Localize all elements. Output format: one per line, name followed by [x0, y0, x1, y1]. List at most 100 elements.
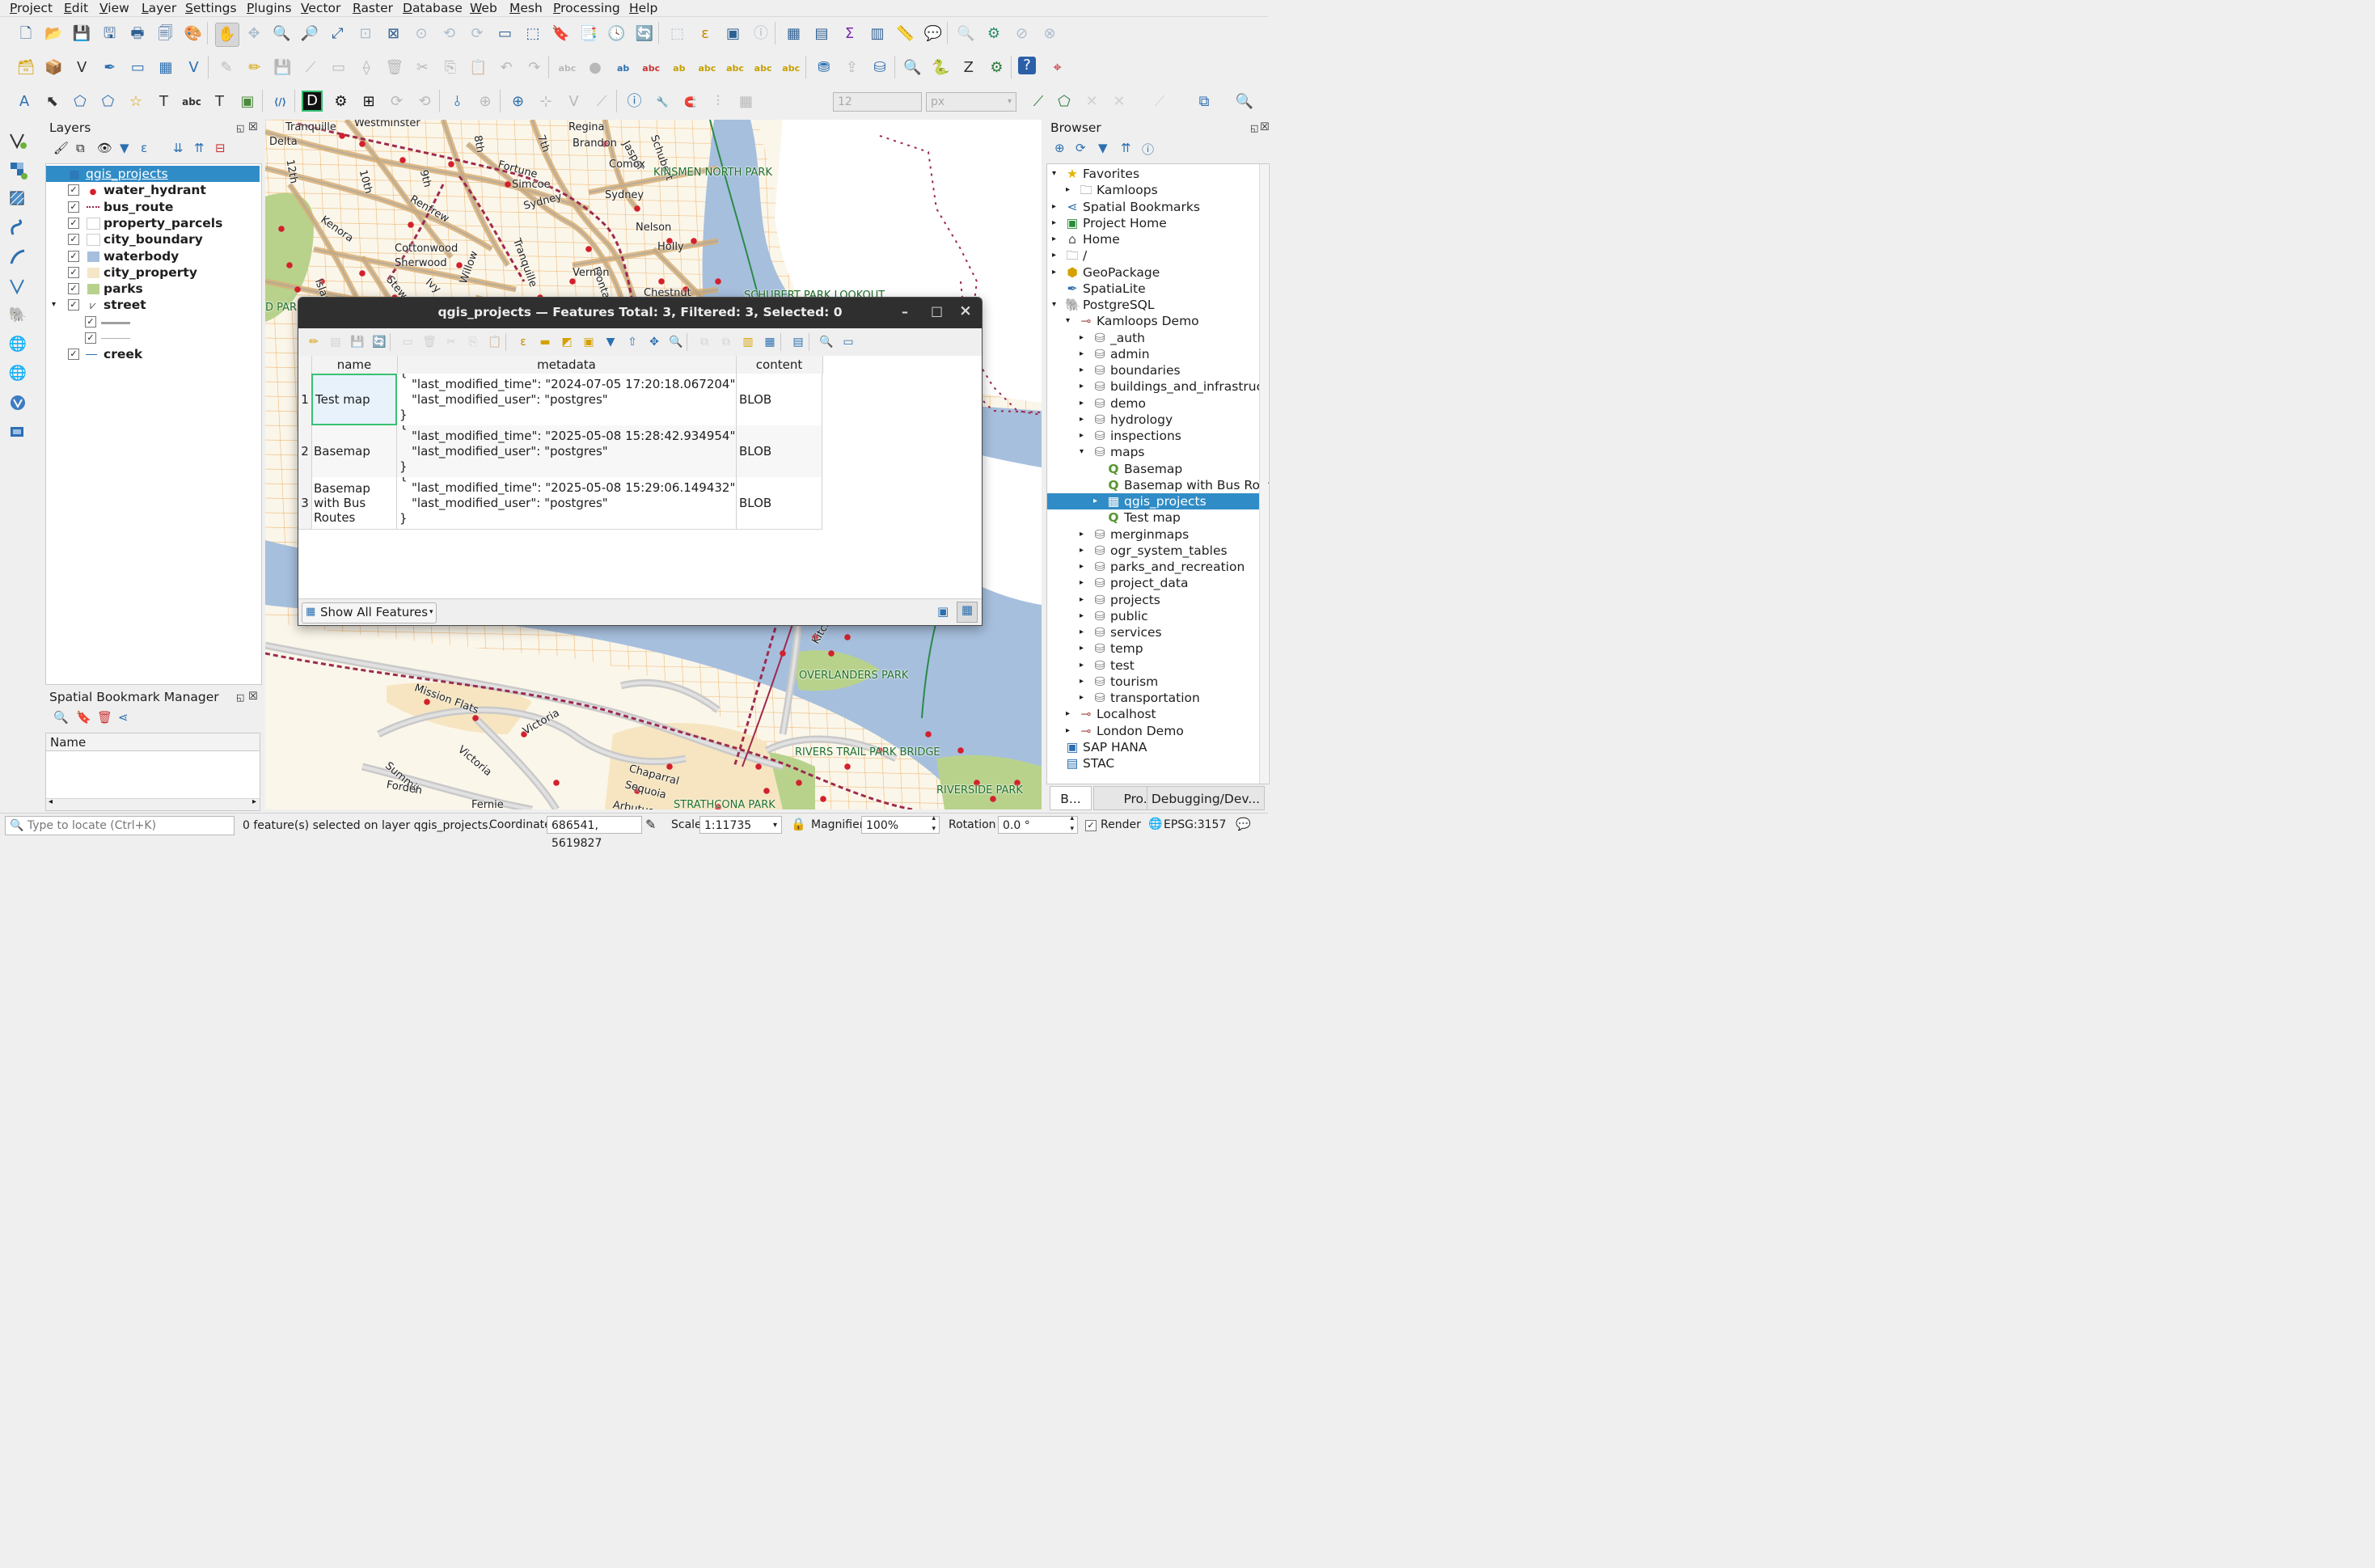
open-table-icon[interactable]: ▥ [866, 23, 889, 45]
browser-item-buildings-and-infrastruct[interactable]: ▸ ⛁ buildings_and_infrastruct [1047, 378, 1268, 395]
layer-visibility-checkbox[interactable]: ✓ [68, 266, 79, 278]
crosshair-icon[interactable]: ⌖ [1046, 57, 1069, 79]
vertex-snap-icon[interactable]: V [563, 91, 585, 113]
layer-visibility-checkbox[interactable]: ✓ [68, 234, 79, 246]
zoom-last-icon[interactable]: ⟲ [438, 23, 461, 45]
browser-item-sap-hana[interactable]: ▣ SAP HANA [1047, 739, 1259, 755]
browser-item-inspections[interactable]: ▸ ⛁ inspections [1047, 428, 1259, 444]
delete-bookmark-icon[interactable]: 🗑 [97, 710, 112, 725]
settings-icon[interactable]: ⚙ [330, 91, 353, 113]
layer-item-property-parcels[interactable]: ✓ property_parcels [46, 215, 260, 231]
dialog-titlebar[interactable]: qgis_projects — Features Total: 3, Filte… [298, 298, 982, 328]
table-row[interactable]: 2Basemap {"last_modified_time": "2025-05-… [298, 425, 822, 478]
street-rule-2[interactable]: ✓ [46, 330, 260, 346]
layer-visibility-checkbox[interactable]: ✓ [68, 283, 79, 295]
browser-item-demo[interactable]: ▸ ⛁ demo [1047, 395, 1259, 412]
coordinate-toggle-icon[interactable]: ✎ [645, 817, 656, 832]
menu-processing[interactable]: Processing [553, 0, 620, 16]
delete-field-icon[interactable]: ▥ [739, 331, 757, 353]
label-change-icon[interactable]: abc [780, 57, 802, 79]
wrench-icon[interactable]: 🔧 [651, 91, 674, 113]
invert-selection-icon[interactable]: ◩ [558, 331, 576, 353]
zoom-bookmark-icon[interactable]: 🔍 [53, 710, 69, 725]
cell-metadata[interactable]: {"last_modified_time": "2025-05-08 15:28… [397, 425, 737, 477]
browser-item-basemap[interactable]: Q Basemap [1047, 461, 1259, 477]
cell-content[interactable]: BLOB [736, 374, 822, 425]
add-vector-tile-icon[interactable]: V [183, 57, 205, 79]
form-view-icon[interactable]: ▣ [937, 604, 949, 619]
snap-icon[interactable]: ⊹ [535, 91, 557, 113]
browser-item-project-data[interactable]: ▸ ⛁ project_data [1047, 575, 1259, 591]
zoom-to-icon[interactable]: 🔍 [667, 331, 685, 353]
text-tool-icon[interactable]: T [153, 91, 175, 113]
add-geopackage-icon[interactable]: 📦 [43, 57, 66, 79]
snap-all-icon[interactable]: ⫶ [707, 91, 729, 113]
select-tool-icon[interactable]: ⬉ [41, 91, 64, 113]
panel-close-icon[interactable]: ☒ [248, 691, 258, 703]
browser-item-parks-and-recreation[interactable]: ▸ ⛁ parks_and_recreation [1047, 559, 1259, 575]
chevron-right-icon[interactable]: ▸ [1080, 330, 1084, 346]
new-shapefile-icon[interactable]: V [70, 57, 93, 79]
panel-float-icon[interactable]: ◱ [1250, 123, 1258, 133]
chevron-right-icon[interactable]: ▸ [1066, 706, 1070, 722]
chevron-right-icon[interactable]: ▸ [1080, 575, 1084, 591]
processing-toolbox-icon[interactable]: ⚙ [983, 23, 1005, 45]
add-raster-icon[interactable]: ▦ [154, 57, 177, 79]
column-header-name[interactable]: name [311, 356, 398, 374]
browser-item-stac[interactable]: ▤ STAC [1047, 755, 1259, 771]
browser-item-test[interactable]: ▸ ⛁ test [1047, 657, 1259, 674]
refresh-icon[interactable]: 🔄 [633, 23, 656, 45]
close-icon[interactable]: × [959, 302, 972, 319]
chevron-right-icon[interactable]: ▸ [1080, 346, 1084, 362]
python-icon[interactable]: 🐍 [929, 57, 952, 79]
browser-item-geopackage[interactable]: ▸ ⬢ GeoPackage [1047, 264, 1259, 281]
chevron-down-icon[interactable]: ▾ [52, 297, 56, 313]
share-bookmark-icon[interactable]: ⋖ [118, 710, 129, 725]
panel-close-icon[interactable]: ☒ [248, 121, 258, 133]
table-row[interactable]: 1Test map {"last_modified_time": "2024-07… [298, 374, 822, 426]
cell-name[interactable]: Test map [311, 374, 397, 425]
merge-icon[interactable]: ✕ [1108, 91, 1130, 113]
add-gpx-icon[interactable] [6, 246, 29, 268]
metasearch-icon[interactable]: 🔍 [902, 57, 924, 79]
minimize-icon[interactable]: – [902, 304, 908, 319]
print-layout-icon[interactable]: 🖶 [126, 23, 149, 45]
menu-settings[interactable]: Settings [185, 0, 237, 16]
chevron-right-icon[interactable]: ▸ [1080, 362, 1084, 378]
save-edits-icon[interactable]: 💾 [349, 331, 366, 353]
chevron-right-icon[interactable]: ▸ [1080, 428, 1084, 444]
browser-item-spatial-bookmarks[interactable]: ▸ ⋖ Spatial Bookmarks [1047, 199, 1259, 215]
style-icon[interactable]: 🖌 [53, 141, 69, 155]
chevron-down-icon[interactable]: ▾ [1080, 444, 1084, 460]
digitize-icon[interactable]: ⟋ [299, 57, 322, 79]
search-green-icon[interactable]: 🔍 [1233, 91, 1256, 113]
menu-view[interactable]: View [99, 0, 129, 16]
chevron-right-icon[interactable]: ▸ [1080, 624, 1084, 640]
add-raster-icon[interactable] [6, 158, 29, 181]
row-number[interactable]: 1 [298, 374, 312, 425]
chevron-right-icon[interactable]: ▸ [1080, 526, 1084, 543]
clear-icon[interactable]: ⊗ [1038, 23, 1061, 45]
bookmark-add-icon[interactable]: 🔖 [550, 23, 573, 45]
chevron-right-icon[interactable]: ▸ [1052, 199, 1056, 215]
cell-name[interactable]: Basemap [311, 425, 397, 477]
chevron-right-icon[interactable]: ▸ [1080, 412, 1084, 428]
menu-edit[interactable]: Edit [64, 0, 88, 16]
chevron-right-icon[interactable]: ▸ [1066, 723, 1070, 739]
edit-pencil-icon[interactable]: ✏ [243, 57, 266, 79]
calculator-icon[interactable]: ▦ [761, 331, 779, 353]
chevron-down-icon[interactable]: ▾ [1066, 313, 1070, 329]
layer-item-qgis-projects[interactable]: ▦ qgis_projects [46, 166, 260, 182]
attribute-table-icon[interactable]: ▦ [783, 23, 805, 45]
add-bookmark-icon[interactable]: 🔖 [76, 710, 91, 725]
row-number[interactable]: 2 [298, 425, 312, 477]
db-layer-icon[interactable]: ⛃ [813, 57, 835, 79]
image-icon[interactable]: ▣ [236, 91, 259, 113]
rule-visibility-checkbox[interactable]: ✓ [85, 332, 96, 344]
identify-icon[interactable]: ⓘ [750, 23, 772, 45]
chevron-right-icon[interactable]: ▸ [1080, 378, 1084, 395]
copy-rows-icon[interactable]: ⧉ [695, 331, 713, 353]
cut-icon[interactable]: ✂ [411, 57, 433, 79]
save-project-icon[interactable]: 💾 [70, 23, 93, 45]
rule-visibility-checkbox[interactable]: ✓ [85, 315, 96, 328]
